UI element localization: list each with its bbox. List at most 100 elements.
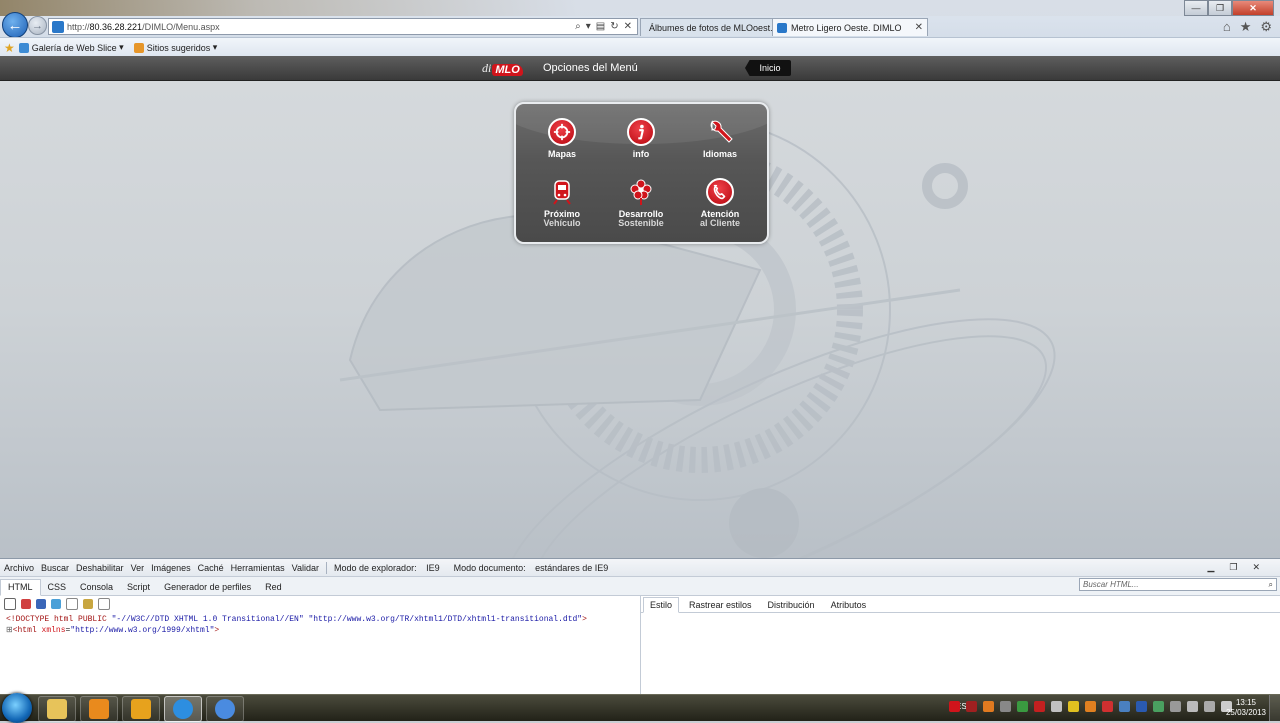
menu-item-desarrollo-sostenible[interactable]: Desarrollo Sostenible	[601, 178, 681, 228]
clock[interactable]: 13:15 25/03/2013	[1226, 698, 1266, 718]
menu-item-mapas[interactable]: Mapas	[522, 118, 602, 159]
address-bar[interactable]: http://80.36.28.221/DIMLO/Menu.aspx ⌕ ▾ …	[48, 18, 638, 35]
gear-icon[interactable]: ⚙	[1260, 19, 1272, 35]
app-red-icon[interactable]	[1102, 701, 1113, 712]
tab-atributos[interactable]: Atributos	[825, 598, 873, 612]
printer-icon[interactable]	[1170, 701, 1181, 712]
expand-icon[interactable]: ⊞	[6, 626, 13, 635]
tab-script[interactable]: Script	[120, 580, 157, 595]
monitor-icon[interactable]	[1017, 701, 1028, 712]
taskbar-outlook[interactable]	[122, 696, 160, 722]
menu-herramientas[interactable]: Herramientas	[231, 563, 285, 573]
search-icon[interactable]: ⌕	[1269, 580, 1273, 590]
menu-item-idiomas[interactable]: Idiomas	[680, 118, 760, 159]
taskbar-internet-explorer[interactable]	[164, 696, 202, 722]
menu-item-atencion-cliente[interactable]: Atención al Cliente	[680, 178, 760, 228]
html-node[interactable]: ⊞<html xmlns="http://www.w3.org/1999/xht…	[6, 625, 646, 636]
favorites-star-icon[interactable]: ★	[1240, 19, 1252, 35]
tab-consola[interactable]: Consola	[73, 580, 120, 595]
taskbar-explorer[interactable]	[38, 696, 76, 722]
select-element-icon[interactable]	[4, 598, 16, 610]
tab-label: Metro Ligero Oeste. DIMLO	[791, 22, 902, 33]
browser-mode-menu[interactable]: Modo de explorador: IE9	[334, 563, 447, 573]
page-icon	[52, 20, 64, 33]
fav-label: Sitios sugeridos	[146, 42, 211, 53]
minimize-button[interactable]: —	[1184, 0, 1208, 16]
html-search-input[interactable]: Buscar HTML... ⌕	[1079, 578, 1277, 591]
word-wrap-icon[interactable]	[66, 598, 78, 610]
search-icon[interactable]: ⌕	[575, 21, 581, 32]
chevron-down-icon[interactable]: ▾	[586, 21, 591, 32]
battery-icon[interactable]	[1187, 701, 1198, 712]
refresh-icon[interactable]: ↻	[610, 21, 618, 32]
url-text[interactable]: http://80.36.28.221/DIMLO/Menu.aspx	[67, 22, 575, 32]
undock-icon[interactable]: ❐	[1229, 562, 1237, 573]
menu-item-info[interactable]: info	[601, 118, 681, 159]
close-button[interactable]: ✕	[1232, 0, 1274, 16]
fav-suggested-sites[interactable]: Sitios sugeridos ▾	[133, 42, 217, 53]
stop-icon[interactable]: ✕	[624, 21, 632, 32]
home-icon[interactable]: ⌂	[1223, 19, 1231, 35]
app-yellow-icon[interactable]	[1068, 701, 1079, 712]
minimize-icon[interactable]: ▁	[1207, 562, 1214, 573]
home-button[interactable]: Inicio	[745, 60, 791, 76]
adobe-icon[interactable]	[949, 701, 960, 712]
antivirus-icon[interactable]	[1034, 701, 1045, 712]
favorites-star-icon[interactable]: ★	[4, 41, 15, 55]
document-mode-menu[interactable]: Modo documento: estándares de IE9	[454, 563, 616, 573]
display-icon[interactable]	[1204, 701, 1215, 712]
tab-albums[interactable]: Álbumes de fotos de MLOoest...	[640, 18, 778, 36]
menu-panel: Mapas info Idiomas Próximo Vehículo Desa…	[514, 102, 769, 244]
start-button[interactable]	[2, 693, 32, 723]
save-icon[interactable]	[36, 599, 46, 609]
menu-validar[interactable]: Validar	[292, 563, 319, 573]
arrow-right-icon: →	[32, 19, 43, 32]
close-icon[interactable]: ✕	[1252, 562, 1260, 573]
bluetooth-icon[interactable]	[1136, 701, 1147, 712]
menu-ver[interactable]: Ver	[131, 563, 145, 573]
restore-button[interactable]: ❐	[1208, 0, 1232, 16]
clock-time: 13:15	[1235, 698, 1256, 707]
taskbar-itunes[interactable]	[206, 696, 244, 722]
menu-imagenes[interactable]: Imágenes	[151, 563, 191, 573]
tab-rastrear-estilos[interactable]: Rastrear estilos	[683, 598, 758, 612]
compat-view-icon[interactable]: ▤	[596, 21, 605, 32]
back-button[interactable]: ←	[2, 12, 28, 38]
menu-cache[interactable]: Caché	[198, 563, 224, 573]
update-icon[interactable]	[983, 701, 994, 712]
tab-distribucion[interactable]: Distribución	[762, 598, 821, 612]
developer-tools: Archivo Buscar Deshabilitar Ver Imágenes…	[0, 558, 1280, 695]
chat-icon[interactable]	[1153, 701, 1164, 712]
tab-profiler[interactable]: Generador de perfiles	[157, 580, 258, 595]
app-orange-icon[interactable]	[1085, 701, 1096, 712]
source-icon[interactable]	[98, 598, 110, 610]
menu-deshabilitar[interactable]: Deshabilitar	[76, 563, 124, 573]
taskbar-media-player[interactable]	[80, 696, 118, 722]
dimlo-logo[interactable]: di MLO	[482, 60, 530, 76]
fav-web-slice[interactable]: Galería de Web Slice ▾	[18, 42, 124, 53]
edit-icon[interactable]	[83, 599, 93, 609]
clear-icon[interactable]	[21, 599, 31, 609]
internet-explorer-icon	[173, 699, 193, 719]
chevron-down-icon: ▾	[116, 42, 124, 52]
code-token: >	[214, 626, 220, 635]
style-pane: Estilo Rastrear estilos Distribución Atr…	[640, 596, 1280, 695]
flag-icon[interactable]	[1051, 701, 1062, 712]
close-tab-icon[interactable]: ✕	[915, 22, 923, 33]
tab-css[interactable]: CSS	[41, 580, 74, 595]
tab-estilo[interactable]: Estilo	[643, 597, 680, 613]
tab-metro-ligero[interactable]: Metro Ligero Oeste. DIMLO ✕	[772, 18, 928, 36]
tab-red[interactable]: Red	[258, 580, 289, 595]
sync-icon[interactable]	[1119, 701, 1130, 712]
menu-buscar[interactable]: Buscar	[41, 563, 69, 573]
show-desktop-button[interactable]	[1269, 695, 1280, 721]
doctype-node[interactable]: <!DOCTYPE html PUBLIC "-//W3C//DTD XHTML…	[6, 614, 646, 625]
info-icon	[627, 118, 655, 146]
security-icon[interactable]	[966, 701, 977, 712]
forward-button[interactable]: →	[28, 16, 47, 35]
refresh-icon[interactable]	[51, 599, 61, 609]
tab-html[interactable]: HTML	[0, 579, 41, 596]
menu-archivo[interactable]: Archivo	[4, 563, 34, 573]
menu-item-proximo-vehiculo[interactable]: Próximo Vehículo	[522, 178, 602, 228]
network-icon[interactable]	[1000, 701, 1011, 712]
